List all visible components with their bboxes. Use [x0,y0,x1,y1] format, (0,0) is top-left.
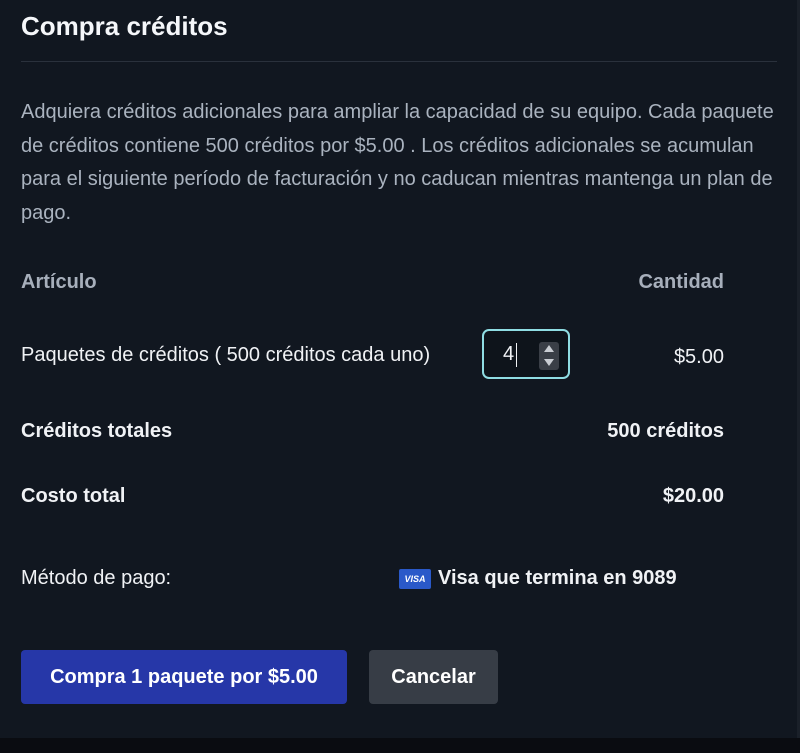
total-cost-label: Costo total [21,485,126,507]
column-header-item: Artículo [21,271,97,293]
dialog-title: Compra créditos [21,11,228,41]
quantity-value[interactable]: 4 [503,343,514,366]
text-caret [516,343,517,367]
purchase-credits-dialog: Compra créditos Adquiera créditos adicio… [0,0,797,738]
title-divider [21,61,777,62]
buy-package-button[interactable]: Compra 1 paquete por $5.00 [21,650,347,704]
package-quantity-stepper[interactable]: 4 [482,329,570,379]
payment-method-label: Método de pago: [21,567,172,589]
package-price: $5.00 [673,346,724,368]
total-cost-value: $20.00 [662,485,724,507]
total-credits-value: 500 créditos [607,420,724,442]
increment-arrow-icon[interactable] [539,342,559,356]
dialog-description: Adquiera créditos adicionales para ampli… [21,101,774,224]
total-credits-label: Créditos totales [21,420,173,442]
payment-card-text: Visa que termina en 9089 [438,567,677,589]
decrement-arrow-icon[interactable] [539,356,559,370]
visa-card-icon: VISA [399,569,431,589]
column-header-quantity: Cantidad [638,271,724,293]
package-row-label: Paquetes de créditos ( 500 créditos cada… [21,344,431,366]
cancel-button[interactable]: Cancelar [369,650,498,704]
